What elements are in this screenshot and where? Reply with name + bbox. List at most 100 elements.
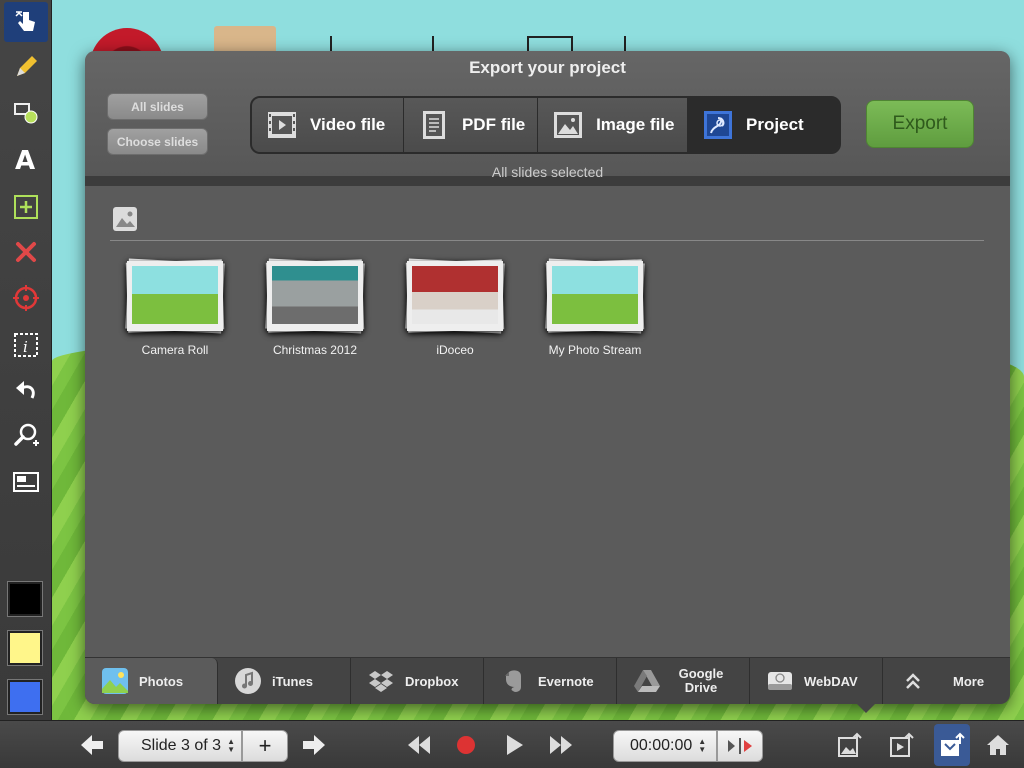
text-a-icon: A xyxy=(15,146,35,173)
source-tab-itunes[interactable]: iTunes xyxy=(218,658,351,704)
document-icon xyxy=(422,111,445,139)
arrow-left-icon xyxy=(81,735,103,755)
album-thumbnail xyxy=(265,258,365,334)
text-tool-button[interactable]: A xyxy=(4,139,48,179)
album-label: My Photo Stream xyxy=(548,343,642,357)
dialog-callout-arrow xyxy=(856,703,876,713)
source-tab-label: Google Drive xyxy=(678,666,724,695)
image-share-icon xyxy=(838,732,862,757)
home-button[interactable] xyxy=(984,731,1012,759)
video-share-icon xyxy=(890,732,914,757)
source-tab-label: WebDAV xyxy=(804,673,858,689)
source-tab-evernote[interactable]: Evernote xyxy=(484,658,617,704)
delete-tool-button[interactable] xyxy=(4,232,48,272)
album-label: Christmas 2012 xyxy=(272,343,358,357)
pencil-icon xyxy=(17,56,37,76)
bottom-toolbar: Slide 3 of 3 ▲ ▼ + 00:00:00 ▲ ▼ xyxy=(0,720,1024,768)
next-slide-button[interactable] xyxy=(300,731,328,759)
choose-slides-button[interactable]: Choose slides xyxy=(107,128,208,155)
undo-icon xyxy=(16,381,35,399)
record-button[interactable] xyxy=(452,731,480,759)
divider xyxy=(110,240,984,241)
color-swatch-yellow[interactable] xyxy=(8,631,42,665)
zoom-tool-button[interactable] xyxy=(4,416,48,456)
format-label: PDF file xyxy=(461,115,526,134)
share-image-button[interactable] xyxy=(836,731,864,759)
google-drive-icon xyxy=(634,670,660,692)
album-idoceo[interactable]: iDoceo xyxy=(390,258,520,357)
svg-text:i: i xyxy=(23,338,28,356)
stepper-icon: ▲ ▼ xyxy=(227,737,235,754)
picture-icon xyxy=(554,112,583,138)
export-box-icon xyxy=(941,732,965,756)
source-tab-label: Evernote xyxy=(538,673,594,689)
album-label: Camera Roll xyxy=(141,343,209,357)
target-icon xyxy=(13,285,39,311)
source-tab-google-drive[interactable]: Google Drive xyxy=(617,658,750,704)
source-tab-label: Photos xyxy=(139,673,184,689)
export-project-button[interactable] xyxy=(938,731,966,759)
dialog-title: Export your project xyxy=(469,58,626,77)
dropbox-icon xyxy=(369,671,393,692)
rewind-icon xyxy=(408,736,430,754)
source-tab-dropbox[interactable]: Dropbox xyxy=(351,658,484,704)
album-label: iDoceo xyxy=(436,343,474,357)
format-pdf-file[interactable]: PDF file xyxy=(403,98,539,152)
pen-tool-button[interactable] xyxy=(4,47,48,87)
evernote-icon xyxy=(505,670,521,692)
play-icon xyxy=(507,735,523,755)
source-tab-label: iTunes xyxy=(272,673,313,689)
album-thumbnail xyxy=(545,258,645,334)
timer-text: 00:00:00 xyxy=(630,737,693,754)
shapes-tool-button[interactable] xyxy=(4,93,48,133)
add-slide-button[interactable]: + xyxy=(242,730,288,762)
source-tab-more[interactable]: More xyxy=(883,658,1010,704)
color-swatch-black[interactable] xyxy=(8,582,42,616)
select-tool-button[interactable] xyxy=(4,2,48,42)
split-icon xyxy=(728,738,752,754)
format-project[interactable]: Project xyxy=(688,98,839,152)
picture-icon[interactable] xyxy=(112,206,138,232)
svg-text:A: A xyxy=(15,146,35,173)
shapes-icon xyxy=(14,103,38,124)
export-dialog: Export your project All slides Choose sl… xyxy=(85,51,1010,704)
dialog-header: Export your project All slides Choose sl… xyxy=(85,51,1010,186)
source-tab-webdav[interactable]: WebDAV xyxy=(750,658,883,704)
info-tool-button[interactable]: i xyxy=(4,325,48,365)
source-tab-photos[interactable]: Photos xyxy=(85,658,218,704)
undo-button[interactable] xyxy=(4,370,48,410)
album-camera-roll[interactable]: Camera Roll xyxy=(110,258,240,357)
share-video-button[interactable] xyxy=(888,731,916,759)
chevron-up-icon xyxy=(906,673,920,689)
rewind-button[interactable] xyxy=(405,731,433,759)
format-image-file[interactable]: Image file xyxy=(538,98,689,152)
play-button[interactable] xyxy=(500,731,528,759)
album-my-photo-stream[interactable]: My Photo Stream xyxy=(530,258,660,357)
fast-forward-button[interactable] xyxy=(547,731,575,759)
selection-status: All slides selected xyxy=(491,164,604,180)
background-tool-button[interactable] xyxy=(4,462,48,502)
slide-indicator-text: Slide 3 of 3 xyxy=(141,737,222,754)
export-format-segmented-control: Video file PDF file Image file Project xyxy=(250,96,841,154)
close-icon xyxy=(16,242,36,262)
format-label: Video file xyxy=(310,115,386,134)
drive-icon xyxy=(768,672,792,690)
color-swatch-blue[interactable] xyxy=(8,680,42,714)
record-icon xyxy=(457,736,475,754)
album-christmas-2012[interactable]: Christmas 2012 xyxy=(250,258,380,357)
hand-pointer-icon xyxy=(15,11,35,31)
add-object-button[interactable] xyxy=(4,187,48,227)
music-note-icon xyxy=(235,668,261,694)
format-video-file[interactable]: Video file xyxy=(252,98,404,152)
export-button[interactable]: Export xyxy=(866,100,974,148)
slide-indicator[interactable]: Slide 3 of 3 ▲ ▼ xyxy=(118,730,242,762)
laser-pointer-button[interactable] xyxy=(4,278,48,318)
timer-field[interactable]: 00:00:00 ▲ ▼ xyxy=(613,730,717,762)
format-label: Project xyxy=(746,115,804,134)
plus-box-icon xyxy=(14,195,38,219)
split-audio-button[interactable] xyxy=(717,730,763,762)
arrow-right-icon xyxy=(303,735,325,755)
album-thumbnail xyxy=(405,258,505,334)
previous-slide-button[interactable] xyxy=(78,731,106,759)
all-slides-button[interactable]: All slides xyxy=(107,93,208,120)
